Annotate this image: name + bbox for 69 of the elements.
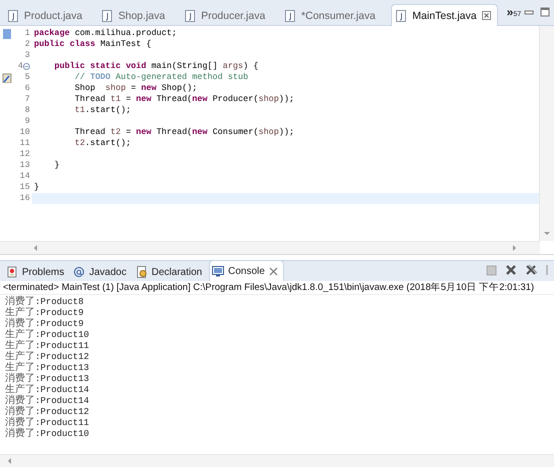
line-number: 16 bbox=[20, 193, 30, 204]
line-number: 15 bbox=[20, 182, 30, 193]
line-number: 14 bbox=[20, 171, 30, 182]
line-number: 6 bbox=[24, 83, 30, 94]
line-number: 11 bbox=[20, 138, 30, 149]
line-number: 12 bbox=[20, 149, 30, 160]
code-line: } bbox=[53, 160, 61, 171]
console-line: 消费了:Product12 bbox=[5, 406, 90, 417]
code-line: t1.start(); bbox=[74, 105, 132, 116]
console-line: 生产了:Product9 bbox=[5, 307, 84, 318]
console-line: 生产了:Product11 bbox=[5, 340, 90, 351]
java-file-icon bbox=[284, 10, 296, 22]
console-line: 消费了:Product9 bbox=[5, 318, 84, 329]
console-line: 消费了:Product8 bbox=[5, 296, 84, 307]
problems-icon bbox=[6, 266, 18, 278]
code-line: } bbox=[33, 182, 40, 193]
console-line: 生产了:Product14 bbox=[5, 384, 90, 395]
line-number: 3 bbox=[24, 50, 30, 61]
panel-tab[interactable]: Problems bbox=[4, 263, 70, 281]
console-line: 消费了:Product10 bbox=[5, 428, 90, 439]
stop-icon bbox=[486, 265, 497, 276]
console-line: 生产了:Product10 bbox=[5, 329, 90, 340]
editor-tab[interactable]: Shop.java bbox=[98, 6, 174, 25]
panel-tab[interactable]: Console bbox=[209, 260, 284, 281]
code-line: public class MainTest { bbox=[33, 39, 152, 50]
line-number: 7 bbox=[24, 94, 30, 105]
panel-tab[interactable]: Declaration bbox=[134, 263, 208, 281]
line-number: 9 bbox=[24, 116, 30, 127]
console-line: 消费了:Product14 bbox=[5, 395, 90, 406]
declaration-icon bbox=[136, 266, 148, 278]
java-file-icon bbox=[184, 10, 196, 22]
editor-tab[interactable]: Product.java bbox=[4, 6, 92, 25]
line-number: 5 bbox=[24, 72, 30, 83]
remove-icon bbox=[505, 264, 517, 276]
console-line: 消费了:Product11 bbox=[5, 417, 90, 428]
close-icon bbox=[268, 266, 278, 276]
code-line: public static void main(String[] args) { bbox=[53, 61, 260, 72]
line-number: 8 bbox=[24, 105, 30, 116]
editor-tab[interactable]: Producer.java bbox=[181, 6, 274, 25]
at-sign-icon bbox=[73, 266, 86, 278]
line-number: 10 bbox=[20, 127, 30, 138]
code-line: Shop shop = new Shop(); bbox=[74, 83, 198, 94]
java-file-icon bbox=[7, 10, 19, 22]
toolbar-overflow-icon bbox=[545, 264, 551, 276]
java-file-icon bbox=[101, 10, 114, 22]
line-number: 2 bbox=[24, 39, 30, 50]
code-line: Thread t2 = new Thread(new Consumer(shop)); bbox=[74, 127, 296, 138]
line-number: 1 bbox=[24, 28, 30, 39]
code-line: // TODO Auto-generated method stub bbox=[74, 72, 250, 83]
close-icon bbox=[482, 11, 491, 20]
monitor-icon bbox=[212, 265, 224, 277]
vertical-scrollbar[interactable] bbox=[539, 26, 554, 241]
console-line: 消费了:Product13 bbox=[5, 373, 90, 384]
line-number: 13 bbox=[20, 160, 30, 171]
console-line: 生产了:Product13 bbox=[5, 362, 90, 373]
remove-all-icon bbox=[525, 264, 537, 276]
java-file-icon bbox=[395, 10, 408, 22]
code-line: package com.milihua.product; bbox=[33, 28, 178, 39]
code-line: t2.start(); bbox=[74, 138, 132, 149]
editor-tab[interactable]: *Consumer.java bbox=[281, 6, 384, 25]
editor-tab[interactable]: MainTest.java bbox=[391, 4, 498, 26]
maximize-icon bbox=[540, 7, 550, 17]
horizontal-scrollbar[interactable] bbox=[0, 241, 540, 254]
console-header: <terminated> MainTest (1) [Java Application] C:\Program Files\Java\jdk1.8.0_151\bin\javaw.exe (2018年5月10日 下午2:01:31) bbox=[0, 281, 554, 295]
line-number: 4 bbox=[18, 61, 23, 72]
panel-tab[interactable]: Javadoc bbox=[71, 263, 132, 281]
console-line: 生产了:Product12 bbox=[5, 351, 90, 362]
horizontal-scrollbar[interactable] bbox=[0, 454, 554, 467]
code-line: Thread t1 = new Thread(new Producer(shop)); bbox=[74, 94, 296, 105]
